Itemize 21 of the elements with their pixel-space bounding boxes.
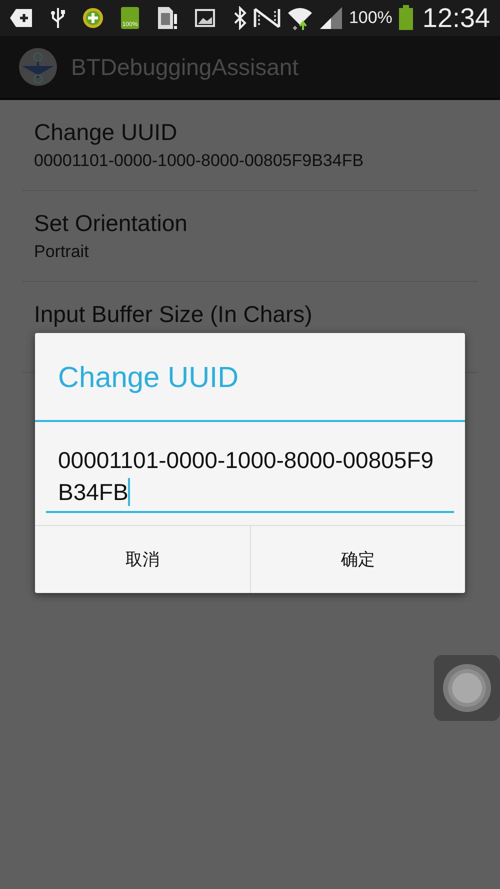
battery-percent: 100% [348,8,392,28]
battery-icon [398,5,414,31]
vibrate-mute-icon [252,7,281,29]
usb-icon [51,7,65,29]
app-logo-icon [19,48,57,86]
uuid-input-field[interactable]: 00001101-0000-1000-8000-00805F9B34FB [46,444,454,513]
ok-button[interactable]: 确定 [250,526,465,593]
image-icon [195,9,215,27]
wifi-icon [286,5,313,31]
preference-summary: 00001101-0000-1000-8000-00805F9B34FB [34,151,365,171]
app-title: BTDebuggingAssisant [71,54,299,80]
clock-time: 12:34 [422,2,490,34]
add-notification-icon [10,8,34,28]
plus-circle-icon [82,7,104,29]
assistive-touch-button[interactable] [434,655,500,721]
cancel-button[interactable]: 取消 [35,526,250,593]
sd-card-icon [156,6,178,30]
signal-icon [318,6,343,30]
bluetooth-icon [232,6,247,30]
preference-summary: Portrait [34,242,90,262]
dialog-title: Change UUID [35,333,465,422]
